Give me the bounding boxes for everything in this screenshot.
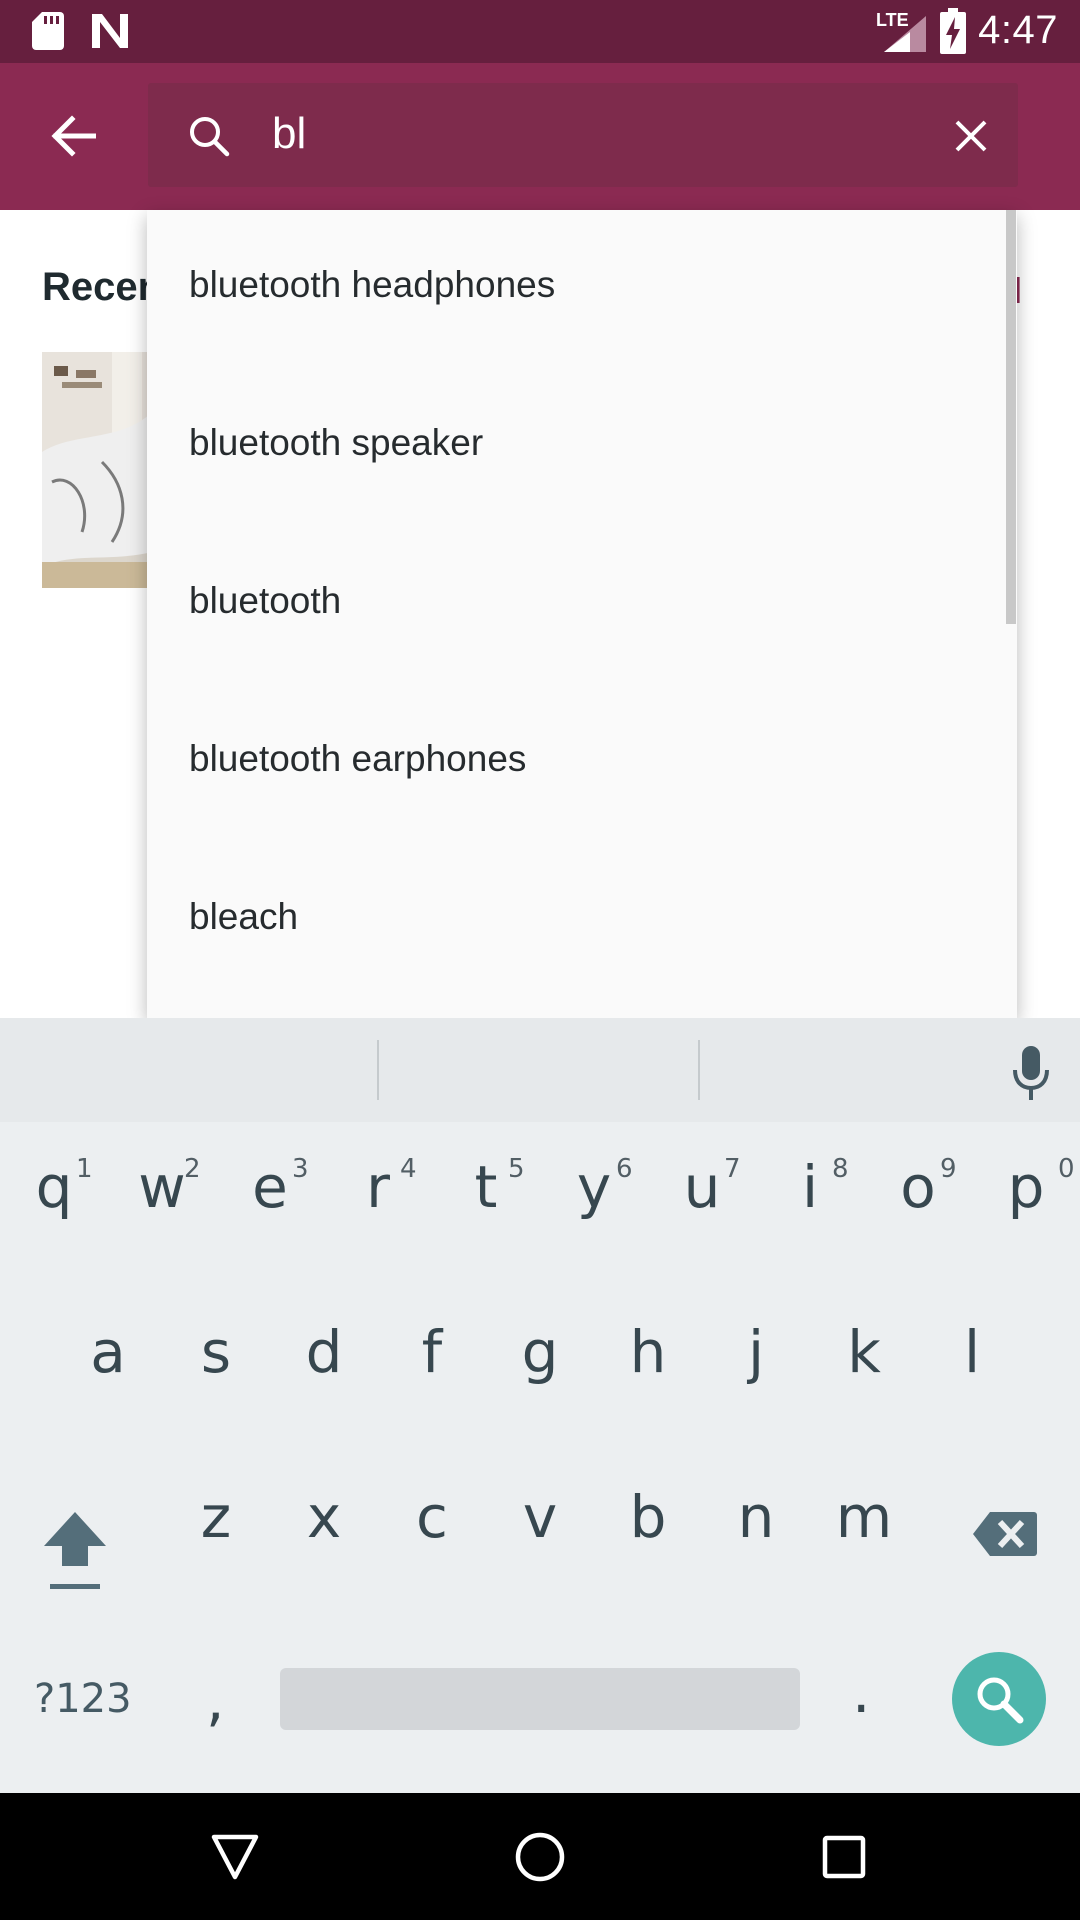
key-r[interactable]: 4r [324, 1154, 432, 1298]
suggestion-label: bleach [189, 896, 299, 937]
key-label: a [90, 1318, 126, 1386]
key-d[interactable]: d [270, 1323, 378, 1463]
key-label: g [521, 1318, 559, 1386]
search-icon [190, 117, 230, 157]
key-i[interactable]: 8i [756, 1154, 864, 1298]
key-label: p [1007, 1153, 1045, 1221]
nav-recents-icon[interactable] [822, 1835, 866, 1879]
key-label: b [629, 1483, 667, 1551]
keyboard-search-icon [977, 1677, 1024, 1724]
key-label: t [474, 1153, 498, 1221]
search-input[interactable]: bl [272, 109, 306, 159]
key-j[interactable]: j [702, 1323, 810, 1463]
soft-keyboard: 1q 2w 3e 4r 5t 6y 7u 8i 9o 0p a s d f g … [0, 1018, 1080, 1793]
key-g[interactable]: g [486, 1323, 594, 1463]
keyboard-search-button[interactable] [952, 1652, 1046, 1746]
key-label: e [252, 1153, 288, 1221]
key-label: i [801, 1153, 819, 1221]
key-label: x [306, 1483, 342, 1551]
key-x[interactable]: x [270, 1488, 378, 1628]
key-label: q [35, 1153, 73, 1221]
key-label: n [737, 1483, 775, 1551]
key-n[interactable]: n [702, 1488, 810, 1628]
symbols-key[interactable]: ?123 [34, 1676, 132, 1722]
key-c[interactable]: c [378, 1488, 486, 1628]
back-arrow-icon[interactable] [50, 113, 96, 159]
nav-home-icon[interactable] [514, 1831, 566, 1883]
period-key[interactable]: . [852, 1658, 870, 1726]
suggestion-item[interactable]: bleach [147, 842, 1017, 1000]
key-z[interactable]: z [162, 1488, 270, 1628]
key-label: o [900, 1153, 936, 1221]
key-b[interactable]: b [594, 1488, 702, 1628]
product-image [42, 352, 152, 588]
search-field[interactable]: bl [148, 83, 1018, 187]
key-k[interactable]: k [810, 1323, 918, 1463]
key-label: c [416, 1483, 448, 1551]
key-p[interactable]: 0p [972, 1154, 1080, 1298]
key-label: m [835, 1483, 893, 1551]
suggestion-item[interactable]: bluetooth speaker [147, 368, 1017, 526]
suggestion-label: bluetooth speaker [189, 422, 484, 463]
key-v[interactable]: v [486, 1488, 594, 1628]
key-l[interactable]: l [918, 1323, 1026, 1463]
key-label: z [200, 1483, 232, 1551]
recently-viewed-title: Recen [42, 265, 163, 309]
suggestion-label: bluetooth headphones [189, 264, 556, 305]
microphone-icon[interactable] [1012, 1046, 1050, 1102]
key-t[interactable]: 5t [432, 1154, 540, 1298]
key-label: y [576, 1153, 612, 1221]
key-label: s [200, 1318, 232, 1386]
search-suggestions-list: bluetooth headphones bluetooth speaker b… [147, 210, 1017, 1018]
key-e[interactable]: 3e [216, 1154, 324, 1298]
suggestion-item[interactable]: bluetooth earphones [147, 684, 1017, 842]
key-f[interactable]: f [378, 1323, 486, 1463]
space-bar[interactable] [280, 1668, 800, 1730]
key-label: v [522, 1483, 558, 1551]
battery-charging-icon [940, 8, 966, 54]
key-w[interactable]: 2w [108, 1154, 216, 1298]
nav-back-icon[interactable] [210, 1833, 260, 1881]
suggestion-item[interactable]: bluetooth [147, 526, 1017, 684]
key-label: u [683, 1153, 721, 1221]
key-label: f [421, 1318, 443, 1386]
status-bar: LTE 4:47 [0, 0, 1080, 63]
navigation-bar [0, 1793, 1080, 1920]
status-time: 4:47 [978, 8, 1058, 52]
key-label: k [847, 1318, 881, 1386]
shift-icon[interactable] [42, 1508, 108, 1594]
strip-divider [377, 1040, 379, 1100]
key-label: l [963, 1318, 981, 1386]
key-u[interactable]: 7u [648, 1154, 756, 1298]
backspace-icon[interactable] [972, 1510, 1038, 1558]
key-y[interactable]: 6y [540, 1154, 648, 1298]
comma-key[interactable]: , [206, 1666, 224, 1734]
sd-card-icon [32, 12, 64, 50]
strip-divider [698, 1040, 700, 1100]
key-h[interactable]: h [594, 1323, 702, 1463]
suggestion-item[interactable]: bluetooth headphones [147, 210, 1017, 368]
keyboard-suggestion-strip [0, 1018, 1080, 1122]
key-label: w [138, 1153, 186, 1221]
key-s[interactable]: s [162, 1323, 270, 1463]
suggestions-scrollbar[interactable] [1006, 210, 1016, 624]
key-label: r [366, 1153, 390, 1221]
clear-icon[interactable] [954, 119, 988, 153]
key-a[interactable]: a [54, 1323, 162, 1463]
n-logo-icon [92, 14, 128, 48]
suggestion-label: bluetooth [189, 580, 342, 621]
recent-product-thumbnail[interactable] [42, 352, 152, 588]
signal-icon [884, 16, 926, 52]
key-label: h [629, 1318, 667, 1386]
key-label: j [747, 1318, 765, 1386]
suggestion-label: bluetooth earphones [189, 738, 527, 779]
key-m[interactable]: m [810, 1488, 918, 1628]
key-o[interactable]: 9o [864, 1154, 972, 1298]
search-app-bar: bl [0, 63, 1080, 210]
key-q[interactable]: 1q [0, 1154, 108, 1298]
key-label: d [305, 1318, 343, 1386]
